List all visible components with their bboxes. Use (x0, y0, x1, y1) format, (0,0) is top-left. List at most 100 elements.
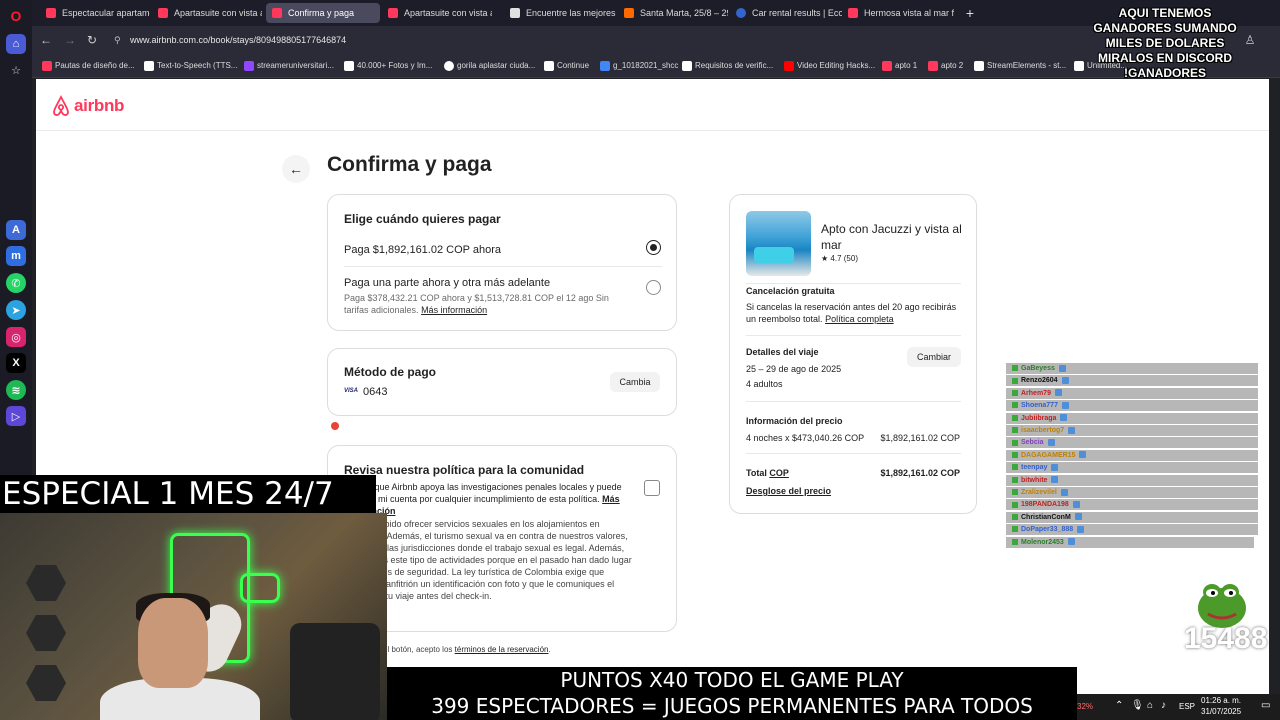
bookmark-label: apto 2 (941, 61, 964, 70)
policy-checkbox[interactable] (644, 480, 660, 496)
photos-bookmark-icon (344, 61, 354, 71)
pepe-counter: 15488 (1184, 622, 1268, 655)
instagram-icon[interactable]: ◎ (6, 327, 26, 347)
bookmark-7[interactable]: Requisitos de verific... (682, 60, 773, 72)
bookmark-2[interactable]: streameruniversitari... (244, 60, 334, 72)
chevron-up-icon[interactable]: ⌃ (1115, 700, 1123, 711)
airbnb-favicon-icon (272, 8, 282, 18)
divider (344, 266, 662, 267)
chat-emote-icon (1061, 377, 1069, 385)
x-icon[interactable]: X (6, 353, 26, 373)
more-info-link[interactable]: Más información (421, 305, 487, 315)
pay-now-option[interactable]: Paga $1,892,161.02 COP ahora (344, 240, 662, 260)
chat-message: ChristianConM (1006, 511, 1258, 523)
volume-icon[interactable]: ♪ (1161, 700, 1166, 711)
home-icon[interactable]: ⌂ (6, 34, 26, 54)
arrow-left-icon: ← (289, 161, 303, 177)
telegram-icon[interactable]: ➤ (6, 300, 26, 320)
trip-details-title: Detalles del viaje (746, 347, 819, 357)
chat-username: Jubiibraga (1021, 414, 1057, 422)
spotify-icon[interactable]: ≋ (6, 380, 26, 400)
bookmark-8[interactable]: Video Editing Hacks... (784, 60, 875, 72)
opera-logo-icon[interactable]: O (6, 6, 26, 26)
player-icon[interactable]: ▷ (6, 406, 26, 426)
bookmark-6[interactable]: g_10182021_shcc (600, 60, 678, 72)
tab-0[interactable]: Espectacular apartamento (40, 3, 150, 23)
language-indicator[interactable]: ESP (1179, 702, 1195, 711)
bookmark-label: Requisitos de verific... (695, 61, 774, 70)
tab-4[interactable]: Encuentre las mejores ofe (504, 3, 616, 23)
policy-text-1: Acepto que Airbnb apoya las investigacio… (344, 481, 624, 517)
chat-emote-icon (1047, 439, 1055, 447)
total-currency-link[interactable]: COP (769, 468, 789, 478)
tab-7[interactable]: Hermosa vista al mar fren (842, 3, 954, 23)
bookmark-label: g_10182021_shcc (613, 61, 679, 70)
notifications-icon[interactable]: ▭ (1261, 700, 1270, 711)
policy-text-2: Está prohibido ofrecer servicios sexuale… (344, 519, 632, 601)
neon-light (240, 573, 280, 603)
star-icon[interactable]: ☆ (6, 60, 26, 80)
tab-6[interactable]: Car rental results | Econo (730, 3, 842, 23)
price-breakdown-link[interactable]: Desglose del precio (746, 486, 831, 496)
bookmark-label: gorila aplastar ciuda... (457, 61, 536, 70)
divider (746, 401, 961, 402)
trip-dates: 25 – 29 de ago de 2025 (746, 364, 842, 374)
bookmark-label: 40.000+ Fotos y Im... (357, 61, 433, 70)
bookmark-label: Text-to-Speech (TTS... (157, 61, 238, 70)
pay-later-radio[interactable] (646, 280, 661, 295)
reservation-terms-link[interactable]: términos de la reservación (455, 645, 549, 654)
clock-date[interactable]: 31/07/2025 (1201, 707, 1241, 716)
cancellation-title: Cancelación gratuita (746, 286, 835, 296)
chat-message: Jubiibraga (1006, 412, 1258, 424)
clock-time[interactable]: 01:26 a. m. (1201, 696, 1241, 705)
url-bar[interactable]: ⚲ www.airbnb.com.co/book/stays/809498805… (110, 30, 1110, 50)
chat-message: bitwhite (1006, 474, 1258, 486)
chat-emote-icon (1051, 476, 1059, 484)
tab-5[interactable]: Santa Marta, 25/8 – 29/8 (618, 3, 728, 23)
bookmark-label: Video Editing Hacks... (797, 61, 876, 70)
whatsapp-icon[interactable]: ✆ (6, 273, 26, 293)
bookmark-5[interactable]: Continue (544, 60, 589, 72)
messenger-icon[interactable]: m (6, 246, 26, 266)
back-button[interactable]: ← (282, 155, 310, 183)
bookmark-4[interactable]: gorila aplastar ciuda... (444, 60, 535, 72)
chat-emote-icon (1051, 463, 1059, 471)
bookmark-11[interactable]: StreamElements - st... (974, 60, 1066, 72)
page-header: airbnb (36, 79, 1269, 131)
gdrive-bookmark-icon (600, 61, 610, 71)
airbnb-logo[interactable]: airbnb (51, 95, 124, 117)
listing-photo[interactable] (746, 211, 811, 276)
back-arrow-icon[interactable]: ← (38, 32, 54, 48)
new-tab-button[interactable]: + (962, 3, 978, 23)
pay-later-option[interactable]: Paga una parte ahora y otra más adelante… (344, 277, 662, 322)
airbnb-bookmark-icon (928, 61, 938, 71)
divider (746, 335, 961, 336)
bookmark-10[interactable]: apto 2 (928, 60, 963, 72)
bookmark-0[interactable]: Pautas de diseño de... (42, 60, 135, 72)
change-trip-button[interactable]: Cambiar (907, 347, 961, 367)
airbnb-bookmark-icon (42, 61, 52, 71)
reload-icon[interactable]: ↻ (84, 32, 100, 48)
x-bookmark-icon (682, 61, 692, 71)
forward-arrow-icon[interactable]: → (62, 32, 78, 48)
kayak-favicon-icon (624, 8, 634, 18)
bookmark-9[interactable]: apto 1 (882, 60, 917, 72)
bookmark-label: Pautas de diseño de... (55, 61, 135, 70)
trip-guests: 4 adultos (746, 379, 783, 389)
tab-1[interactable]: Apartasuite con vista al m (152, 3, 262, 23)
tab-3[interactable]: Apartasuite con vista al m (382, 3, 492, 23)
mic-icon[interactable]: 🎙︎ (1131, 700, 1144, 711)
chat-emote-icon (1077, 525, 1085, 533)
chat-username: ChristianConM (1021, 513, 1071, 521)
bookmark-1[interactable]: Text-to-Speech (TTS... (144, 60, 237, 72)
listing-title[interactable]: Apto con Jacuzzi y vista al mar (821, 221, 966, 253)
bookmark-3[interactable]: 40.000+ Fotos y Im... (344, 60, 432, 72)
site-info-icon[interactable]: ⚲ (114, 30, 121, 50)
chat-message: DAGAGAMER15 (1006, 449, 1258, 461)
aria-icon[interactable]: A (6, 220, 26, 240)
tab-2-active[interactable]: Confirma y paga (266, 3, 380, 23)
change-payment-button[interactable]: Cambia (610, 372, 660, 392)
pay-now-radio[interactable] (646, 240, 661, 255)
full-policy-link[interactable]: Política completa (825, 314, 894, 324)
network-icon[interactable]: ⌂ (1147, 700, 1153, 711)
